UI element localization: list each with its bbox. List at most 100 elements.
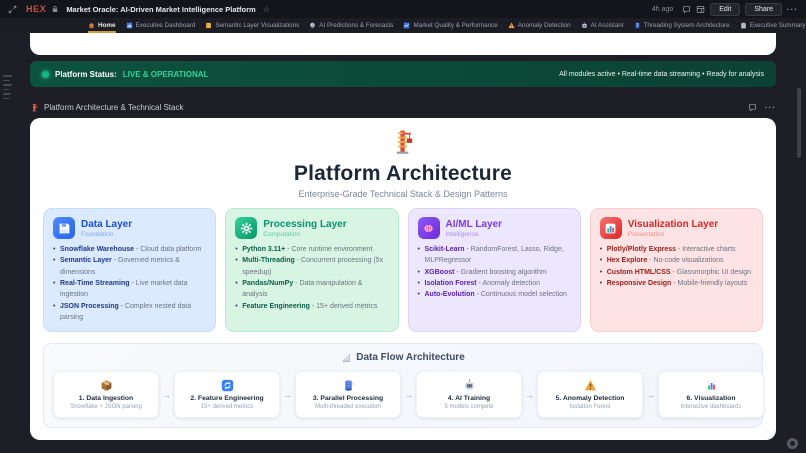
edit-button[interactable]: Edit [710, 3, 740, 16]
app-layout-icon[interactable] [696, 5, 705, 14]
platform-status-banner: Platform Status: LIVE & OPERATIONAL All … [30, 61, 776, 87]
layer-role: Computation [263, 231, 346, 238]
home-icon [88, 22, 95, 29]
notebook-canvas: Platform Status: LIVE & OPERATIONAL All … [0, 33, 806, 453]
refresh-icon [179, 378, 275, 392]
hex-logo[interactable]: HEX [26, 4, 46, 14]
list-item: Scikit-Learn - RandomForest, Lasso, Ridg… [418, 244, 571, 267]
arrow-right-icon: → [404, 390, 413, 400]
list-item: Feature Engineering - 15+ derived metric… [235, 301, 388, 312]
cell-tools: ··· [748, 103, 776, 112]
flow-step-data-ingestion: 1. Data Ingestion Snowflake + JSON parsi… [53, 371, 159, 418]
expand-panels-icon[interactable] [8, 5, 17, 14]
floppy-disk-icon [53, 217, 75, 239]
flow-step-feature-engineering: 2. Feature Engineering 15+ derived metri… [174, 371, 280, 418]
cell-header: Platform Architecture & Technical Stack … [30, 100, 776, 115]
favorite-star-icon[interactable]: ☆ [263, 5, 270, 14]
clipboard-icon [740, 22, 747, 29]
page-title: Platform Architecture [43, 162, 763, 186]
list-item: Auto-Evolution - Continuous model select… [418, 289, 571, 300]
outline-minimap[interactable] [3, 75, 12, 99]
layer-name: Processing Layer [263, 219, 346, 231]
scroll-to-position-button[interactable] [787, 438, 798, 449]
triangle-ruler-icon [341, 353, 351, 363]
tab-semantic-layer-visualizations[interactable]: Semantic Layer Visualizations [205, 22, 299, 33]
layer-cards-row: Data Layer Foundation Snowflake Warehous… [43, 208, 763, 332]
cell-comment-icon[interactable] [748, 103, 757, 112]
page-subtitle: Enterprise-Grade Technical Stack & Desig… [43, 189, 763, 199]
robot-icon [421, 378, 517, 392]
comments-icon[interactable] [682, 5, 691, 14]
layer-role: Foundation [81, 231, 132, 238]
cell-title: Platform Architecture & Technical Stack [44, 103, 183, 112]
arrow-right-icon: → [283, 390, 292, 400]
arrow-right-icon: → [646, 390, 655, 400]
list-item: Snowflake Warehouse - Cloud data platfor… [53, 244, 206, 255]
list-item: Real-Time Streaming - Live market data i… [53, 278, 206, 301]
dashboard-icon [126, 22, 133, 29]
more-options-icon[interactable]: ··· [787, 5, 798, 14]
list-item: JSON Processing - Complex nested data pa… [53, 301, 206, 324]
list-item: Hex Explore - No-code visualizations [600, 255, 753, 266]
tab-ai-assistant[interactable]: AI Assistant [581, 22, 624, 33]
list-item: Multi-Threading - Concurrent processing … [235, 255, 388, 278]
crystal-ball-icon [309, 22, 316, 29]
flow-step-anomaly-detection: 5. Anomaly Detection Isolation Forest [537, 371, 643, 418]
robot-icon [581, 22, 588, 29]
architecture-cell: Platform Architecture Enterprise-Grade T… [30, 118, 776, 440]
brain-icon [418, 217, 440, 239]
tab-executive-dashboard[interactable]: Executive Dashboard [126, 22, 196, 33]
document-title: Market Oracle: AI-Driven Market Intellig… [66, 5, 255, 14]
cell-more-icon[interactable]: ··· [765, 103, 776, 112]
flow-title: Data Flow Architecture [356, 352, 465, 363]
page-tabbar: Home Executive Dashboard Semantic Layer … [0, 18, 806, 33]
list-item: Python 3.11+ - Core runtime environment [235, 244, 388, 255]
tab-anomaly-detection[interactable]: Anomaly Detection [508, 22, 571, 33]
crane-icon [389, 128, 417, 156]
tab-executive-summary[interactable]: Executive Summary [740, 22, 806, 33]
previous-cell-partial [30, 33, 776, 55]
layer-card-ai-ml: AI/ML Layer Intelligence Scikit-Learn - … [408, 208, 581, 332]
flow-step-visualization: 6. Visualization Interactive dashboards [658, 371, 764, 418]
status-label: Platform Status: [55, 70, 117, 79]
data-flow-architecture: Data Flow Architecture 1. Data Ingestion… [43, 343, 763, 428]
layer-name: AI/ML Layer [446, 219, 503, 231]
list-item: Custom HTML/CSS - Glassmorphic UI design [600, 267, 753, 278]
list-item: Isolation Forest - Anomaly detection [418, 278, 571, 289]
thread-spool-icon [300, 378, 396, 392]
titlebar: HEX Market Oracle: AI-Driven Market Inte… [0, 0, 806, 18]
list-item: Responsive Design - Mobile-friendly layo… [600, 278, 753, 289]
status-value: LIVE & OPERATIONAL [123, 70, 209, 79]
list-item: Semantic Layer - Governed metrics & dime… [53, 255, 206, 278]
layer-card-data: Data Layer Foundation Snowflake Warehous… [43, 208, 216, 332]
layer-role: Intelligence [446, 231, 503, 238]
layer-card-visualization: Visualization Layer Presentation Plotly/… [590, 208, 763, 332]
gear-icon [235, 217, 257, 239]
flow-step-ai-training: 4. AI Training 5 models compete [416, 371, 522, 418]
bar-chart-icon [600, 217, 622, 239]
layer-items: Python 3.11+ - Core runtime environment … [235, 244, 388, 312]
tab-threading-system-architecture[interactable]: Threading System Architecture [634, 22, 730, 33]
architecture-header: Platform Architecture Enterprise-Grade T… [43, 128, 763, 199]
list-item: Pandas/NumPy - Data manipulation & analy… [235, 278, 388, 301]
tab-home[interactable]: Home [88, 22, 116, 33]
arrow-right-icon: → [525, 390, 534, 400]
ledger-icon [205, 22, 212, 29]
bar-chart-icon [663, 378, 759, 392]
arrow-right-icon: → [162, 390, 171, 400]
list-item: XGBoost - Gradient boosting algorithm [418, 267, 571, 278]
lock-icon [51, 5, 59, 13]
share-button[interactable]: Share [745, 3, 782, 16]
layer-name: Data Layer [81, 219, 132, 231]
tab-market-quality-performance[interactable]: Market Quality & Performance [403, 22, 497, 33]
scrollbar-thumb[interactable] [797, 88, 801, 158]
last-edited-timestamp: 4h ago [652, 6, 673, 13]
status-detail: All modules active • Real-time data stre… [559, 71, 764, 78]
layer-name: Visualization Layer [628, 219, 718, 231]
thread-spool-icon [634, 22, 641, 29]
layer-items: Plotly/Plotly Express - Interactive char… [600, 244, 753, 289]
layer-items: Scikit-Learn - RandomForest, Lasso, Ridg… [418, 244, 571, 301]
flow-step-parallel-processing: 3. Parallel Processing Multi-threaded ex… [295, 371, 401, 418]
layer-role: Presentation [628, 231, 718, 238]
tab-ai-predictions-forecasts[interactable]: AI Predictions & Forecasts [309, 22, 393, 33]
